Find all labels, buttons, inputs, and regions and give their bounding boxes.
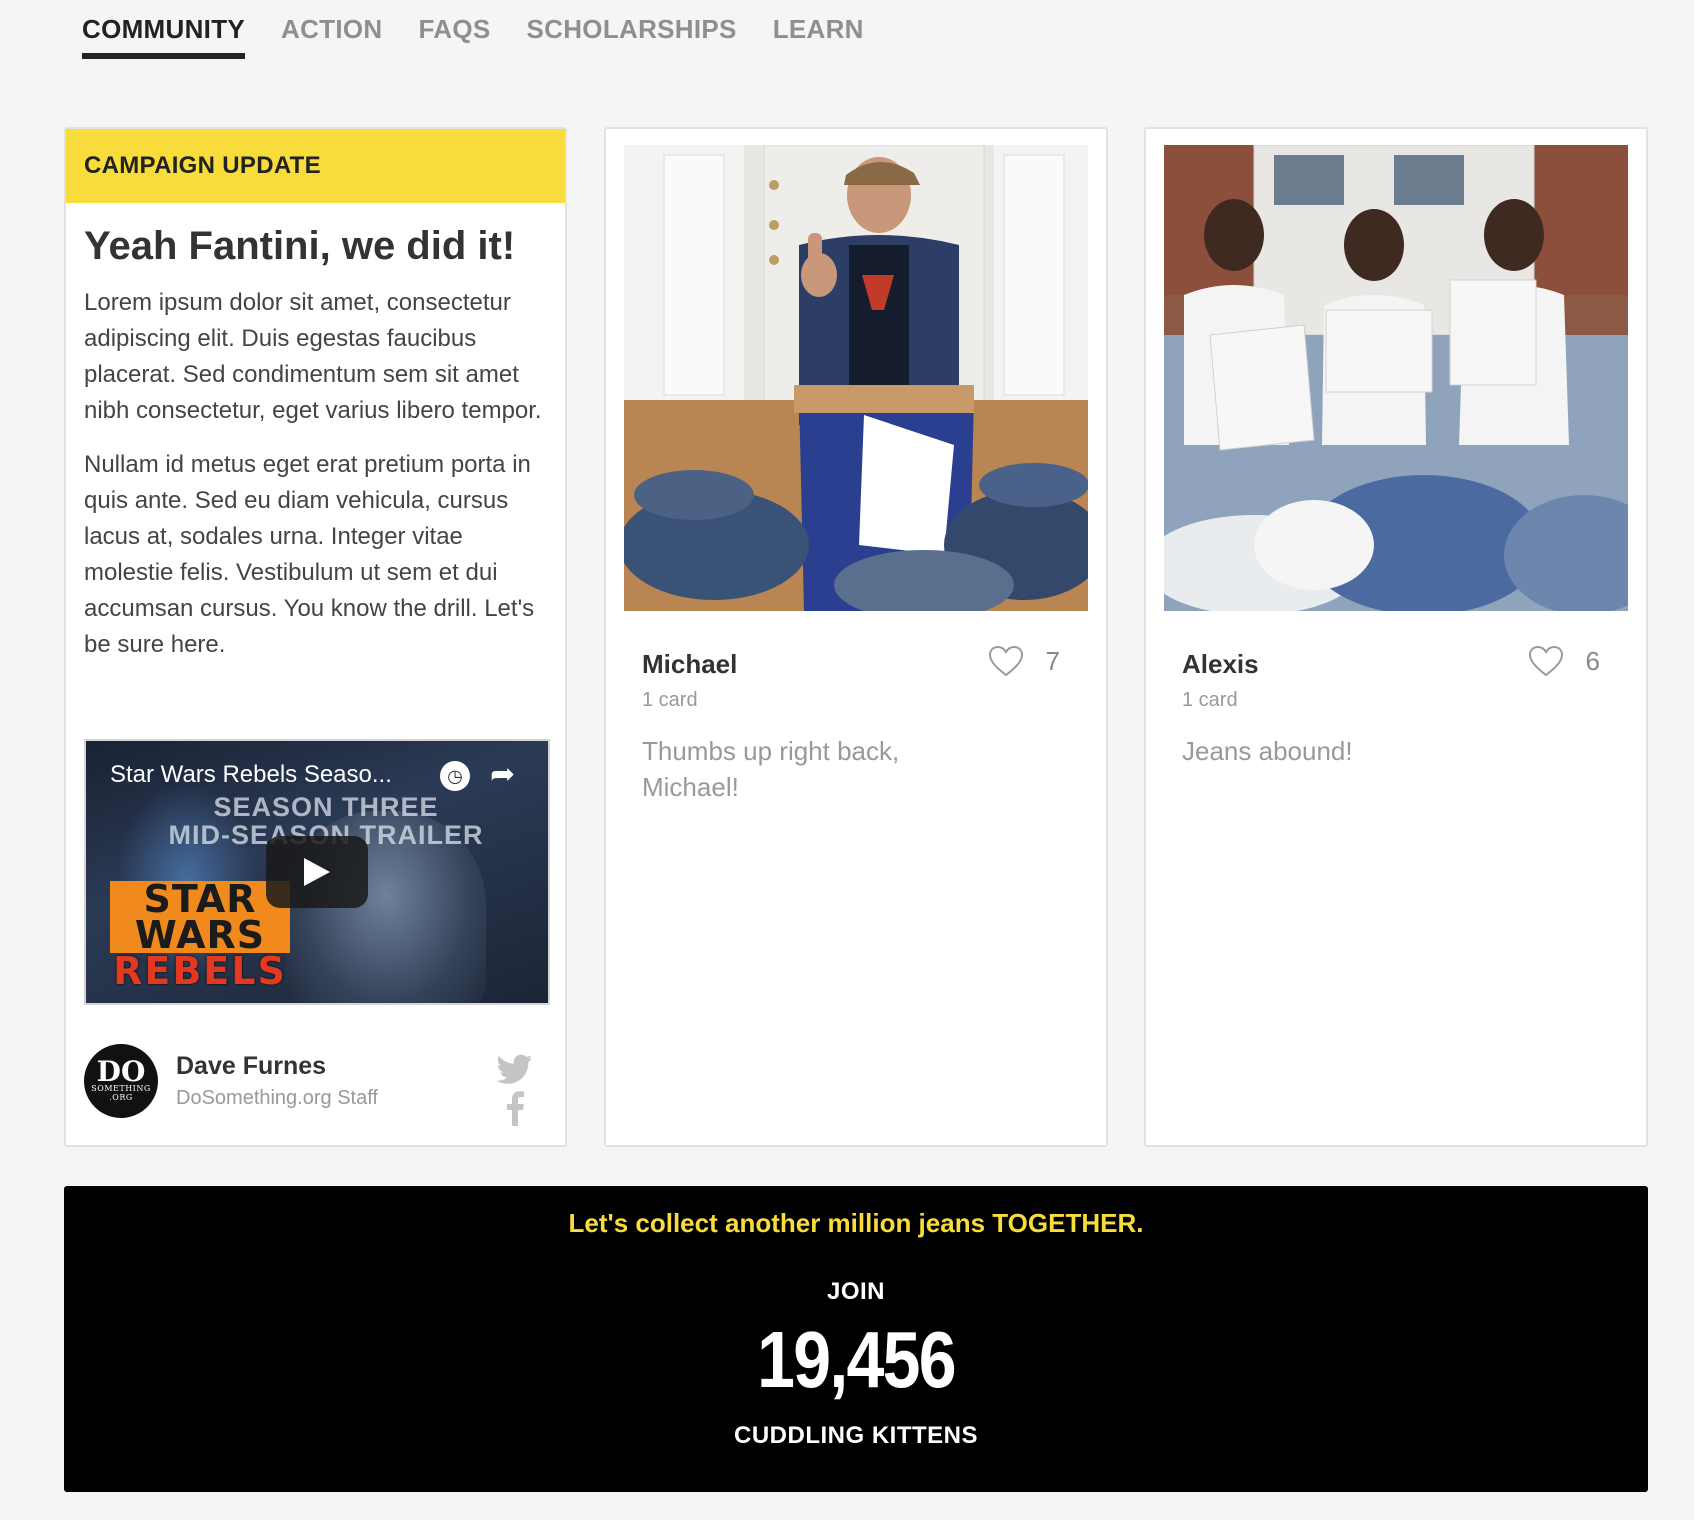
author-role: DoSomething.org Staff — [176, 1087, 378, 1109]
banner-tagline: Let's collect another million jeans TOGE… — [568, 1208, 1144, 1238]
reportback-card: Michael 1 card 7 Thumbs up right back, M… — [604, 127, 1108, 1147]
member-count: 19,456 — [757, 1315, 956, 1404]
campaign-update-header: CAMPAIGN UPDATE — [66, 129, 565, 203]
tab-learn[interactable]: LEARN — [773, 14, 864, 59]
heart-icon[interactable] — [1528, 645, 1564, 677]
reportback-name: Alexis — [1182, 649, 1259, 679]
reportback-caption: Thumbs up right back, Michael! — [642, 736, 900, 802]
social-share — [496, 1054, 534, 1126]
tab-nav: COMMUNITY ACTION FAQS SCHOLARSHIPS LEARN — [82, 14, 864, 59]
update-paragraph: Lorem ipsum dolor sit amet, consectetur … — [84, 289, 542, 424]
update-paragraph: Nullam id metus eget erat pretium porta … — [84, 451, 535, 658]
video-embed[interactable]: SEASON THREE MID-SEASON TRAILER Star War… — [84, 739, 550, 1005]
like-count: 7 — [1045, 645, 1060, 676]
banner-count-label: CUDDLING KITTENS — [734, 1422, 978, 1449]
signup-banner: Let's collect another million jeans TOGE… — [64, 1186, 1648, 1492]
video-title[interactable]: Star Wars Rebels Seaso... — [110, 761, 392, 789]
reportback-card: Alexis 1 card 6 Jeans abound! — [1144, 127, 1648, 1147]
reportback-photo[interactable] — [1164, 145, 1628, 611]
video-logo-line1: STAR WARS — [110, 880, 290, 954]
facebook-icon[interactable] — [505, 1090, 525, 1126]
campaign-update-card: CAMPAIGN UPDATE Yeah Fantini, we did it!… — [64, 127, 567, 1147]
author-text: Dave Furnes DoSomething.org Staff — [176, 1052, 378, 1110]
author-name: Dave Furnes — [176, 1052, 327, 1080]
twitter-icon[interactable] — [496, 1054, 534, 1086]
reportback-count: 1 card — [642, 689, 698, 711]
reportback-name: Michael — [642, 649, 738, 679]
like-count: 6 — [1585, 645, 1600, 676]
like-control: 7 — [988, 645, 1060, 677]
banner-join-label: JOIN — [826, 1278, 885, 1305]
play-button[interactable] — [266, 836, 368, 908]
reportback-image — [1164, 145, 1628, 611]
video-logo: STAR WARS REBELS — [110, 880, 290, 993]
avatar: DO SOMETHING .ORG — [84, 1044, 158, 1118]
avatar-logo-tld: .ORG — [109, 1093, 133, 1102]
reportback-count: 1 card — [1182, 689, 1238, 711]
author-block: DO SOMETHING .ORG Dave Furnes DoSomethin… — [84, 1044, 378, 1118]
reportback-image — [624, 145, 1088, 611]
tab-scholarships[interactable]: SCHOLARSHIPS — [527, 14, 737, 59]
video-logo-line2: REBELS — [113, 949, 287, 993]
heart-icon[interactable] — [988, 645, 1024, 677]
avatar-logo-sub: SOMETHING — [91, 1084, 151, 1093]
update-title: Yeah Fantini, we did it! — [84, 224, 516, 268]
like-control: 6 — [1528, 645, 1600, 677]
avatar-logo-main: DO — [96, 1055, 146, 1088]
tab-action[interactable]: ACTION — [281, 14, 382, 59]
tab-community[interactable]: COMMUNITY — [82, 14, 246, 59]
tab-faqs[interactable]: FAQS — [419, 14, 491, 59]
watch-later-icon[interactable]: ◷ — [440, 761, 470, 791]
reportback-caption: Jeans abound! — [1182, 736, 1353, 766]
video-overlay-line1: SEASON THREE — [213, 792, 439, 822]
play-icon — [304, 858, 330, 886]
page: COMMUNITY ACTION FAQS SCHOLARSHIPS LEARN… — [0, 0, 1694, 1520]
share-icon[interactable]: ➦ — [490, 757, 515, 792]
reportback-photo[interactable] — [624, 145, 1088, 611]
